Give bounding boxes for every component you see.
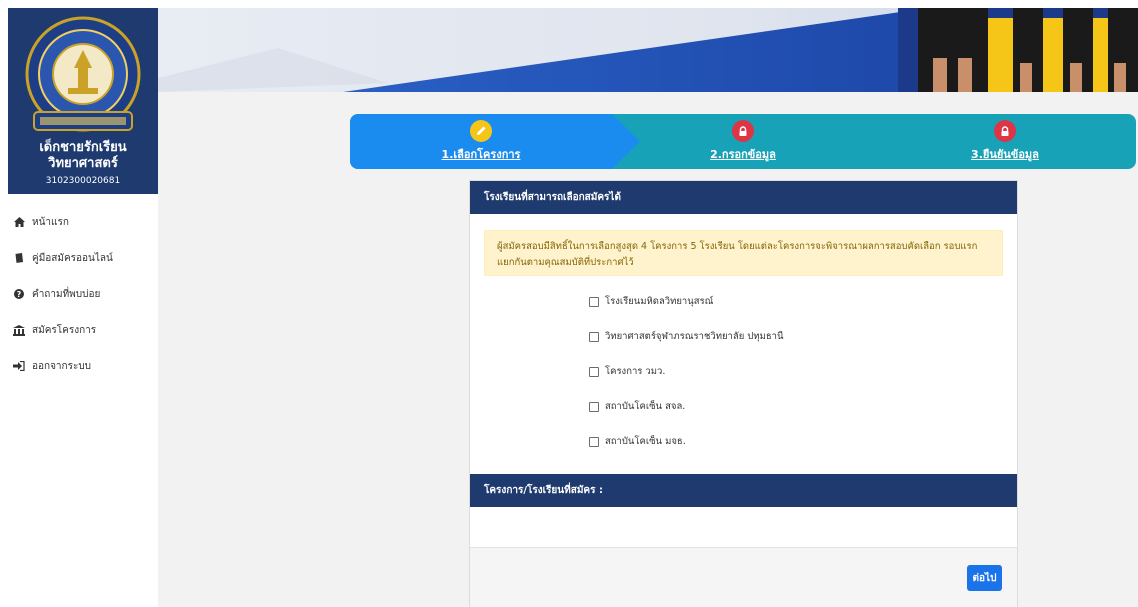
option-label: โครงการ วมว. <box>605 366 666 377</box>
question-circle-icon: ? <box>12 289 26 299</box>
step-confirm[interactable]: 3.ยืนยันข้อมูล <box>874 114 1136 169</box>
sidebar-item-manual[interactable]: คู่มือสมัครออนไลน์ <box>8 240 158 276</box>
option-label: โรงเรียนมหิดลวิทยานุสรณ์ <box>605 296 714 307</box>
info-alert: ผู้สมัครสอบมีสิทธิ์ในการเลือกสูงสุด 4 โค… <box>484 230 1003 276</box>
sidebar-item-label: คำถามที่พบบ่อย <box>32 288 101 300</box>
applied-projects-title: โครงการ/โรงเรียนที่สมัคร : <box>470 474 1017 507</box>
sidebar-item-label: หน้าแรก <box>32 216 69 228</box>
sidebar-item-faq[interactable]: ? คำถามที่พบบ่อย <box>8 276 158 312</box>
profile-panel: เด็กชายรักเรียน วิทยาศาสตร์ 310230002068… <box>8 8 158 194</box>
step-label: 3.ยืนยันข้อมูล <box>971 148 1039 161</box>
sidebar-item-home[interactable]: หน้าแรก <box>8 204 158 240</box>
svg-text:?: ? <box>17 290 22 299</box>
next-button[interactable]: ต่อไป <box>967 565 1002 591</box>
sidebar: เด็กชายรักเรียน วิทยาศาสตร์ 310230002068… <box>8 8 158 607</box>
sidebar-item-apply[interactable]: สมัครโครงการ <box>8 312 158 348</box>
lock-icon <box>994 120 1016 142</box>
option-label: สถาบันโคเซ็น สจล. <box>605 401 686 412</box>
sidebar-item-logout[interactable]: ออกจากระบบ <box>8 348 158 384</box>
card-footer: ต่อไป <box>470 547 1017 607</box>
sidebar-item-label: คู่มือสมัครออนไลน์ <box>32 252 113 264</box>
school-option-kosen-kmutt[interactable]: สถาบันโคเซ็น มจธ. <box>589 424 1017 459</box>
sign-out-icon <box>12 361 26 371</box>
card-title: โรงเรียนที่สามารถเลือกสมัครได้ <box>470 181 1017 214</box>
school-option-wmw[interactable]: โครงการ วมว. <box>589 354 1017 389</box>
school-option-kosen-kmitl[interactable]: สถาบันโคเซ็น สจล. <box>589 389 1017 424</box>
sidebar-item-label: สมัครโครงการ <box>32 324 97 336</box>
checkbox[interactable] <box>589 401 599 412</box>
home-icon <box>12 217 26 227</box>
student-name: เด็กชายรักเรียน วิทยาศาสตร์ <box>39 140 127 171</box>
school-selection-card: โรงเรียนที่สามารถเลือกสมัครได้ ผู้สมัครส… <box>469 180 1018 607</box>
institution-icon <box>12 324 26 336</box>
school-option-pcshs[interactable]: วิทยาศาสตร์จุฬาภรณราชวิทยาลัย ปทุมธานี <box>589 319 1017 354</box>
step-select-project[interactable]: 1.เลือกโครงการ <box>350 114 612 169</box>
student-id: 3102300020681 <box>45 176 121 186</box>
school-logo <box>22 16 144 136</box>
progress-stepper: 1.เลือกโครงการ 2.กรอกข้อมูล 3.ยืนยันข้อม… <box>350 114 1136 169</box>
main-content: 1.เลือกโครงการ 2.กรอกข้อมูล 3.ยืนยันข้อม… <box>158 92 1138 607</box>
pencil-icon <box>470 120 492 142</box>
header-banner <box>158 8 1138 92</box>
book-icon <box>12 252 26 264</box>
checkbox[interactable] <box>589 296 599 307</box>
step-label: 2.กรอกข้อมูล <box>710 148 776 161</box>
lock-icon <box>732 120 754 142</box>
option-label: วิทยาศาสตร์จุฬาภรณราชวิทยาลัย ปทุมธานี <box>605 331 784 342</box>
checkbox[interactable] <box>589 436 599 447</box>
school-option-mahidol[interactable]: โรงเรียนมหิดลวิทยานุสรณ์ <box>589 284 1017 319</box>
checkbox[interactable] <box>589 366 599 377</box>
checkbox[interactable] <box>589 331 599 342</box>
school-options: โรงเรียนมหิดลวิทยานุสรณ์ วิทยาศาสตร์จุฬา… <box>470 276 1017 459</box>
step-label: 1.เลือกโครงการ <box>441 148 521 161</box>
option-label: สถาบันโคเซ็น มจธ. <box>605 436 686 447</box>
sidebar-item-label: ออกจากระบบ <box>32 360 92 372</box>
sidebar-menu: หน้าแรก คู่มือสมัครออนไลน์ ? คำถามที่พบบ… <box>8 194 158 384</box>
step-fill-info[interactable]: 2.กรอกข้อมูล <box>612 114 874 169</box>
